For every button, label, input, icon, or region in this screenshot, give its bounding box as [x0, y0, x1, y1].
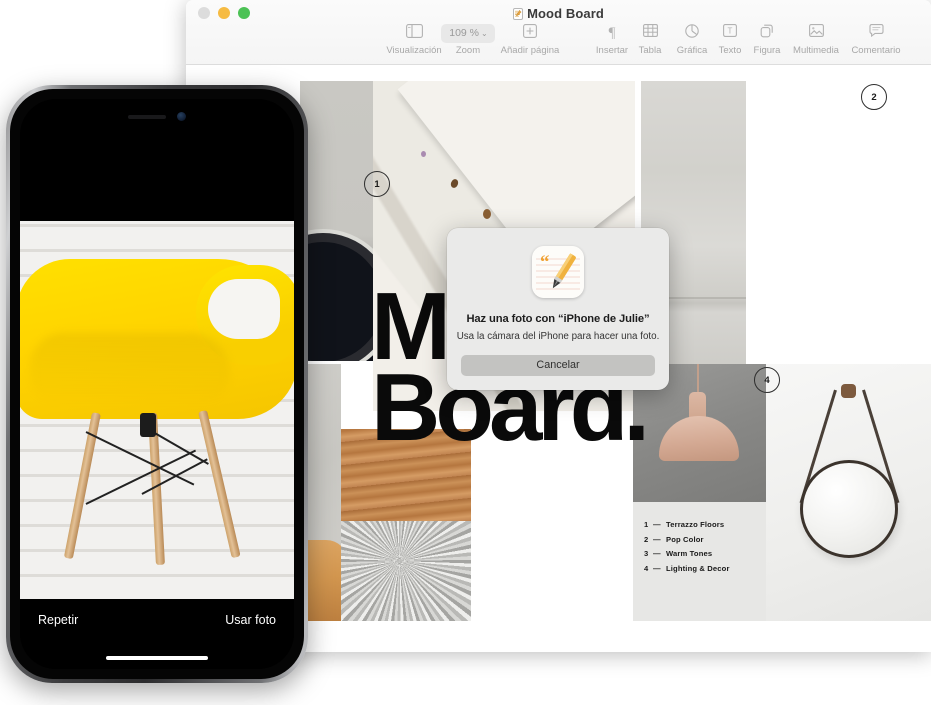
legend-panel[interactable]: 1 — Terrazzo Floors 2 — Pop Color 3 — Wa…	[633, 502, 766, 621]
toolbar-items: Visualización 109 %⌄ Zoom Añadir página	[186, 24, 931, 64]
iphone-device: Repetir Usar foto	[0, 85, 314, 685]
legend-number: 2	[644, 534, 649, 544]
mirror-hanging-knob	[841, 384, 856, 398]
legend-label: Lighting & Decor	[666, 563, 730, 573]
pilcrow-icon: ¶	[588, 24, 636, 43]
toolbar-button-comment[interactable]: Comentario	[842, 24, 910, 56]
callout-badge-4[interactable]: 4	[754, 367, 780, 393]
legend-label: Terrazzo Floors	[666, 520, 725, 529]
comment-icon	[842, 24, 910, 43]
dialog-message: Usa la cámara del iPhone para hacer una …	[456, 331, 660, 342]
legend-list: 1 — Terrazzo Floors 2 — Pop Color 3 — Wa…	[644, 518, 730, 576]
shape-icon	[748, 24, 786, 43]
camera-photo-preview[interactable]	[20, 221, 294, 599]
legend-dash: —	[653, 520, 661, 529]
notes-app-icon: “	[532, 246, 584, 298]
photo-fur-rug[interactable]	[341, 521, 471, 621]
toolbar-label-shape: Figura	[753, 45, 781, 56]
chair-leg	[63, 412, 101, 560]
terrazzo-grain	[483, 209, 491, 219]
toolbar-label-insert: Insertar	[595, 45, 629, 56]
screenshot-root: Mood Board Visualización 109 % ⌄ Zoom Añ…	[0, 0, 931, 705]
chair-leg	[198, 409, 241, 559]
callout-badge-2[interactable]: 2	[861, 84, 887, 110]
toolbar-label-text: Texto	[718, 45, 742, 56]
lamp-shade	[659, 416, 739, 461]
window-title-text: Mood Board	[527, 6, 604, 21]
iphone-bezel: Repetir Usar foto	[10, 89, 304, 679]
legend-dash: —	[653, 563, 661, 573]
chair-arm-negative-space	[208, 279, 280, 339]
window-title-bar: Mood Board	[186, 6, 931, 23]
legend-label: Warm Tones	[666, 549, 713, 559]
collaborate-icon	[926, 24, 931, 43]
legend-item: 1 — Terrazzo Floors	[644, 518, 730, 533]
toolbar-label-comment: Comentario	[851, 45, 901, 56]
iphone-screen[interactable]: Repetir Usar foto	[20, 99, 294, 669]
toolbar-button-table[interactable]: Tabla	[632, 24, 668, 56]
use-photo-button[interactable]: Usar foto	[225, 613, 276, 627]
toolbar-label-add-page: Añadir página	[500, 45, 560, 56]
mirror-glass	[800, 460, 898, 558]
window-toolbar: Mood Board Visualización 109 % ⌄ Zoom Añ…	[186, 0, 931, 65]
toolbar-button-chart[interactable]: Gráfica	[670, 24, 714, 56]
camera-preview-toolbar: Repetir Usar foto	[20, 599, 294, 669]
callout-badge-1[interactable]: 1	[364, 171, 390, 197]
dialog-title: Haz una foto con “iPhone de Julie”	[466, 313, 650, 325]
legend-dash: —	[653, 549, 661, 559]
table-icon	[632, 24, 668, 43]
pages-doc-icon	[513, 8, 524, 23]
legend-item: 4 — Lighting & Decor	[644, 562, 730, 577]
chair-seat-shadow	[30, 333, 230, 403]
toolbar-label-collaborate: Colaborar	[926, 45, 931, 56]
home-indicator[interactable]	[106, 656, 208, 660]
toolbar-label-table: Tabla	[638, 45, 662, 56]
toolbar-button-text[interactable]: T Texto	[712, 24, 748, 56]
toolbar-button-media[interactable]: Multimedia	[784, 24, 848, 56]
toolbar-button-collaborate[interactable]: Colaborar	[926, 24, 931, 56]
iphone-front-camera	[177, 112, 186, 121]
text-box-icon: T	[712, 24, 748, 43]
zoom-value: 109 %	[449, 27, 480, 39]
chart-pie-icon	[670, 24, 714, 43]
legend-number: 4	[644, 563, 649, 573]
chevron-down-icon: ⌄	[481, 29, 488, 38]
photo-round-mirror[interactable]	[766, 364, 931, 621]
legend-label: Pop Color	[666, 534, 704, 544]
legend-item: 2 — Pop Color	[644, 533, 730, 548]
cancel-button[interactable]: Cancelar	[461, 355, 655, 376]
legend-number: 1	[644, 520, 649, 529]
continuity-camera-dialog: “ Haz una foto con “iPhone de Julie” Usa…	[447, 228, 669, 390]
toolbar-button-shape[interactable]: Figura	[748, 24, 786, 56]
toolbar-button-add-page[interactable]: Añadir página	[488, 24, 572, 56]
iphone-frame: Repetir Usar foto	[6, 85, 308, 683]
svg-text:T: T	[728, 27, 733, 36]
add-page-icon	[488, 24, 572, 43]
toolbar-label-media: Multimedia	[793, 45, 839, 56]
toolbar-button-insert[interactable]: ¶ Insertar	[588, 24, 636, 56]
legend-number: 3	[644, 549, 649, 559]
media-icon	[784, 24, 848, 43]
chair-center-hub	[140, 413, 156, 437]
svg-text:“: “	[540, 252, 550, 273]
svg-text:¶: ¶	[609, 25, 616, 39]
retake-button[interactable]: Repetir	[38, 613, 78, 627]
toolbar-label-chart: Gráfica	[676, 45, 708, 56]
iphone-earpiece-speaker	[128, 115, 166, 119]
legend-dash: —	[653, 534, 661, 544]
legend-item: 3 — Warm Tones	[644, 547, 730, 562]
terrazzo-grain	[421, 151, 426, 157]
photo-wood-grain[interactable]	[341, 429, 471, 521]
